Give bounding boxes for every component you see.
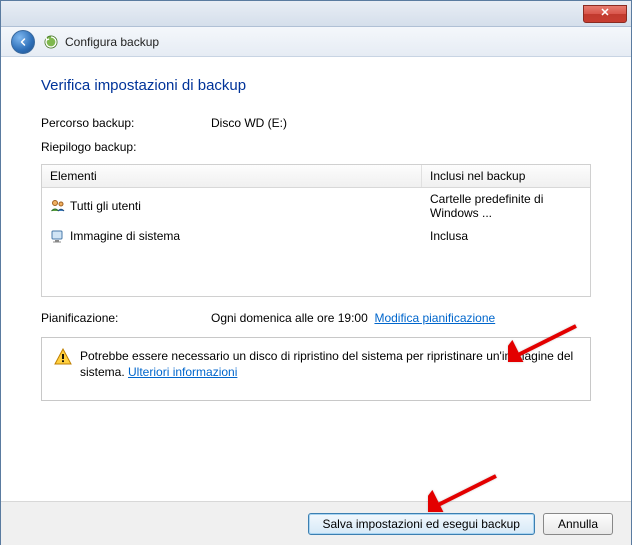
table-body: Tutti gli utenti Cartelle predefinite di… xyxy=(42,188,590,296)
cancel-button[interactable]: Annulla xyxy=(543,513,613,535)
summary-label-row: Riepilogo backup: xyxy=(41,140,591,154)
table-row[interactable]: Immagine di sistema Inclusa xyxy=(42,224,590,248)
back-button[interactable] xyxy=(11,30,35,54)
backup-location-row: Percorso backup: Disco WD (E:) xyxy=(41,116,591,130)
warning-box: Potrebbe essere necessario un disco di r… xyxy=(41,337,591,401)
modify-schedule-link[interactable]: Modifica pianificazione xyxy=(374,311,495,325)
location-value: Disco WD (E:) xyxy=(211,116,287,130)
col-included-header[interactable]: Inclusi nel backup xyxy=(422,165,590,187)
back-arrow-icon xyxy=(17,36,29,48)
table-header: Elementi Inclusi nel backup xyxy=(42,165,590,188)
footer-bar: Salva impostazioni ed esegui backup Annu… xyxy=(1,501,631,545)
row-name: Immagine di sistema xyxy=(70,229,180,243)
save-run-button[interactable]: Salva impostazioni ed esegui backup xyxy=(308,513,535,535)
location-label: Percorso backup: xyxy=(41,116,211,130)
content-area: Verifica impostazioni di backup Percorso… xyxy=(1,57,631,401)
row-included: Inclusa xyxy=(422,226,590,246)
schedule-value: Ogni domenica alle ore 19:00 xyxy=(211,311,368,325)
warning-icon xyxy=(54,348,72,366)
titlebar: ✕ xyxy=(1,1,631,27)
table-row[interactable]: Tutti gli utenti Cartelle predefinite di… xyxy=(42,188,590,224)
schedule-row: Pianificazione: Ogni domenica alle ore 1… xyxy=(41,311,591,325)
more-info-link[interactable]: Ulteriori informazioni xyxy=(128,365,237,379)
close-icon: ✕ xyxy=(600,7,609,19)
summary-label: Riepilogo backup: xyxy=(41,140,211,154)
header-bar: Configura backup xyxy=(1,27,631,57)
users-icon xyxy=(50,198,66,214)
col-items-header[interactable]: Elementi xyxy=(42,165,422,187)
page-title: Verifica impostazioni di backup xyxy=(41,77,591,94)
schedule-label: Pianificazione: xyxy=(41,311,211,325)
summary-table: Elementi Inclusi nel backup Tutti gli ut… xyxy=(41,164,591,297)
row-included: Cartelle predefinite di Windows ... xyxy=(422,190,590,222)
system-image-icon xyxy=(50,228,66,244)
backup-icon xyxy=(43,34,59,50)
close-button[interactable]: ✕ xyxy=(583,5,627,23)
breadcrumb: Configura backup xyxy=(65,35,159,49)
warning-text: Potrebbe essere necessario un disco di r… xyxy=(80,348,578,380)
row-name: Tutti gli utenti xyxy=(70,199,141,213)
